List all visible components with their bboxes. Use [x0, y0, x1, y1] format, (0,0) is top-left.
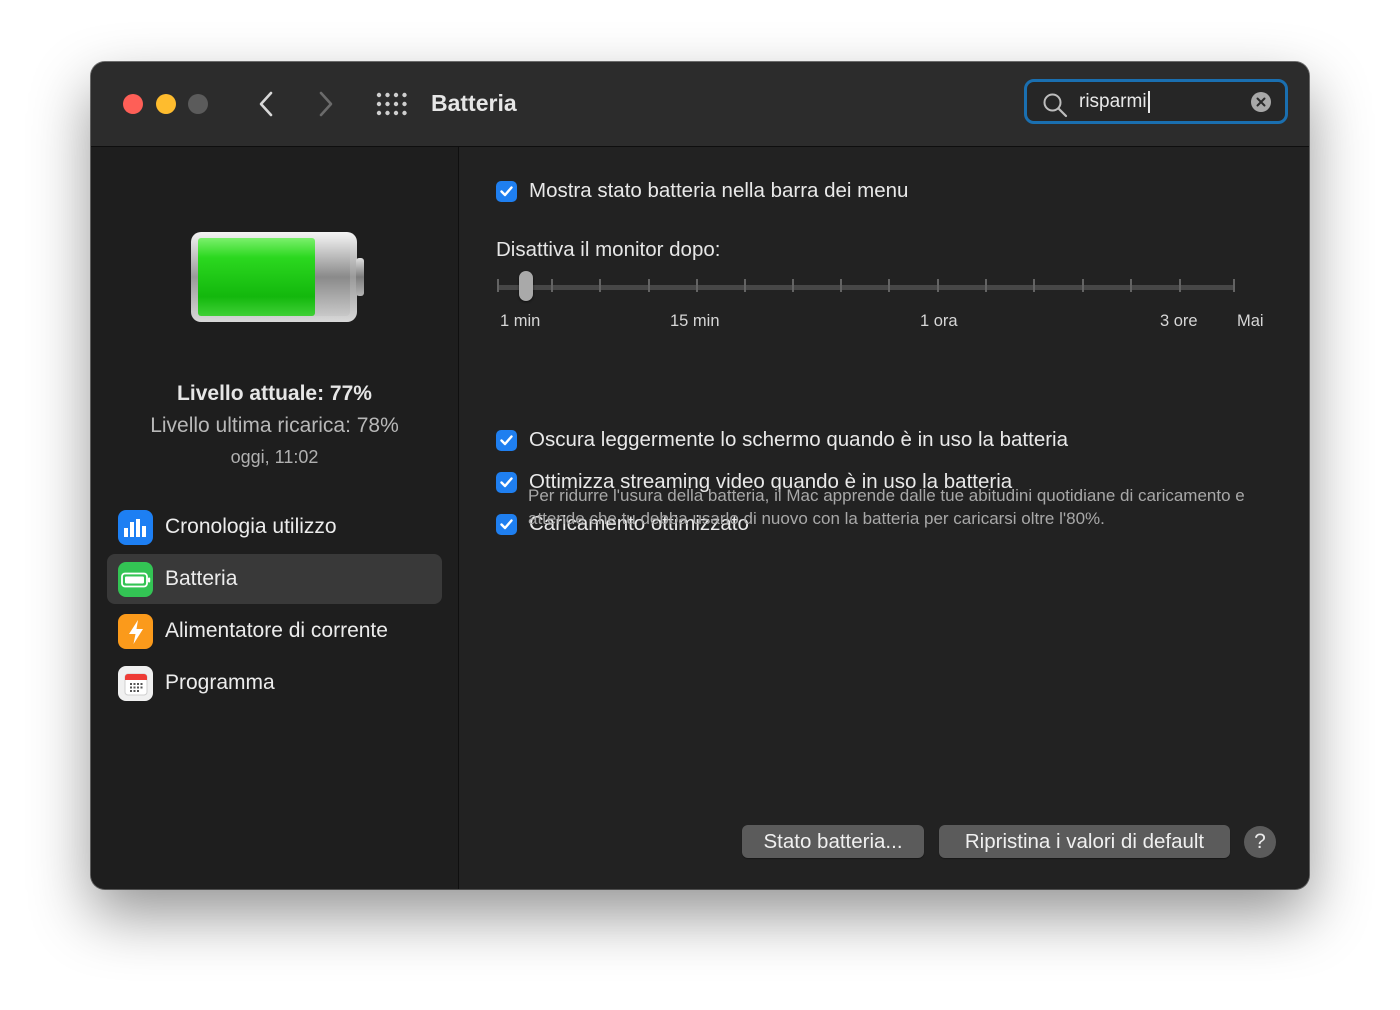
sidebar-item-battery[interactable]: Batteria	[107, 554, 442, 604]
slider-tick	[744, 279, 746, 292]
close-icon	[1256, 97, 1266, 107]
search-input-value: risparmi	[1079, 91, 1147, 112]
restore-defaults-button[interactable]: Ripristina i valori di default	[939, 825, 1230, 858]
slider-tick	[648, 279, 650, 292]
lightning-bolt-icon	[118, 614, 153, 649]
sidebar-item-label: Programma	[165, 671, 275, 694]
clear-search-button[interactable]	[1251, 92, 1271, 112]
display-sleep-slider-thumb[interactable]	[519, 271, 533, 301]
battery-fill	[198, 238, 315, 316]
slider-tick-label: 1 min	[500, 312, 541, 330]
sidebar-item-power-adapter[interactable]: Alimentatore di corrente	[107, 606, 442, 656]
last-charge-time: oggi, 11:02	[230, 447, 319, 467]
show-in-menubar-checkbox[interactable]	[496, 181, 517, 202]
slider-tick	[1082, 279, 1084, 292]
slider-tick-label: 3 ore	[1160, 312, 1198, 330]
display-sleep-slider-track[interactable]	[497, 285, 1235, 290]
sidebar-item-usage-history[interactable]: Cronologia utilizzo	[107, 502, 442, 552]
text-caret	[1147, 91, 1150, 113]
slider-tick-label: Mai	[1237, 312, 1264, 330]
search-field[interactable]: risparmi	[1024, 79, 1288, 124]
show-in-menubar-label: Mostra stato batteria nella barra dei me…	[529, 179, 909, 202]
sidebar-item-label: Alimentatore di corrente	[165, 619, 388, 642]
bar-chart-icon	[118, 510, 153, 545]
title-bar: Batteria risparmi	[91, 62, 1309, 147]
slider-tick	[1130, 279, 1132, 292]
slider-tick	[1033, 279, 1035, 292]
dim-screen-label: Oscura leggermente lo schermo quando è i…	[529, 428, 1069, 451]
help-button[interactable]: ?	[1244, 826, 1276, 858]
slider-tick-label: 1 ora	[920, 312, 958, 330]
dim-screen-option: Oscura leggermente lo schermo quando è i…	[496, 428, 1069, 452]
forward-button[interactable]	[311, 87, 341, 121]
checkmark-icon	[500, 477, 513, 488]
show-in-menubar-option: Mostra stato batteria nella barra dei me…	[496, 179, 909, 203]
search-input[interactable]: risparmi	[1079, 90, 1150, 114]
close-window-button[interactable]	[123, 94, 143, 114]
grid-icon	[376, 92, 407, 116]
show-all-button[interactable]	[374, 91, 410, 117]
back-button[interactable]	[251, 87, 281, 121]
slider-tick	[888, 279, 890, 292]
battery-icon	[118, 562, 153, 597]
slider-tick	[599, 279, 601, 292]
optimized-charging-checkbox[interactable]	[496, 514, 517, 535]
slider-tick	[1179, 279, 1181, 292]
chevron-right-icon	[319, 91, 333, 117]
window-title: Batteria	[431, 90, 517, 116]
dim-screen-checkbox[interactable]	[496, 430, 517, 451]
optimized-charging-description: Per ridurre l'usura della batteria, il M…	[528, 486, 1245, 528]
slider-tick	[497, 279, 499, 292]
battery-level-graphic	[191, 232, 364, 322]
sidebar: Livello attuale: 77% Livello ultima rica…	[91, 147, 459, 889]
slider-tick	[792, 279, 794, 292]
search-icon	[1043, 93, 1068, 118]
system-preferences-window: Batteria risparmi Livello attuale: 77% L…	[91, 62, 1309, 889]
minimize-window-button[interactable]	[156, 94, 176, 114]
slider-tick	[1233, 279, 1235, 292]
checkmark-icon	[500, 519, 513, 530]
zoom-window-button[interactable]	[188, 94, 208, 114]
chevron-left-icon	[259, 91, 273, 117]
slider-tick-label: 15 min	[670, 312, 720, 330]
slider-tick	[840, 279, 842, 292]
checkmark-icon	[500, 186, 513, 197]
display-sleep-label: Disattiva il monitor dopo:	[496, 238, 721, 261]
battery-settings-panel: Mostra stato batteria nella barra dei me…	[459, 147, 1309, 889]
slider-tick	[696, 279, 698, 292]
calendar-icon	[118, 666, 153, 701]
slider-tick	[551, 279, 553, 292]
checkmark-icon	[500, 435, 513, 446]
sidebar-item-schedule[interactable]: Programma	[107, 658, 442, 708]
current-battery-level: Livello attuale: 77%	[177, 382, 372, 405]
sidebar-item-label: Cronologia utilizzo	[165, 515, 337, 538]
slider-tick	[985, 279, 987, 292]
sidebar-item-label: Batteria	[165, 567, 238, 590]
last-charge-level: Livello ultima ricarica: 78%	[150, 414, 399, 437]
optimize-streaming-checkbox[interactable]	[496, 472, 517, 493]
slider-tick	[937, 279, 939, 292]
battery-status-button[interactable]: Stato batteria...	[742, 825, 924, 858]
